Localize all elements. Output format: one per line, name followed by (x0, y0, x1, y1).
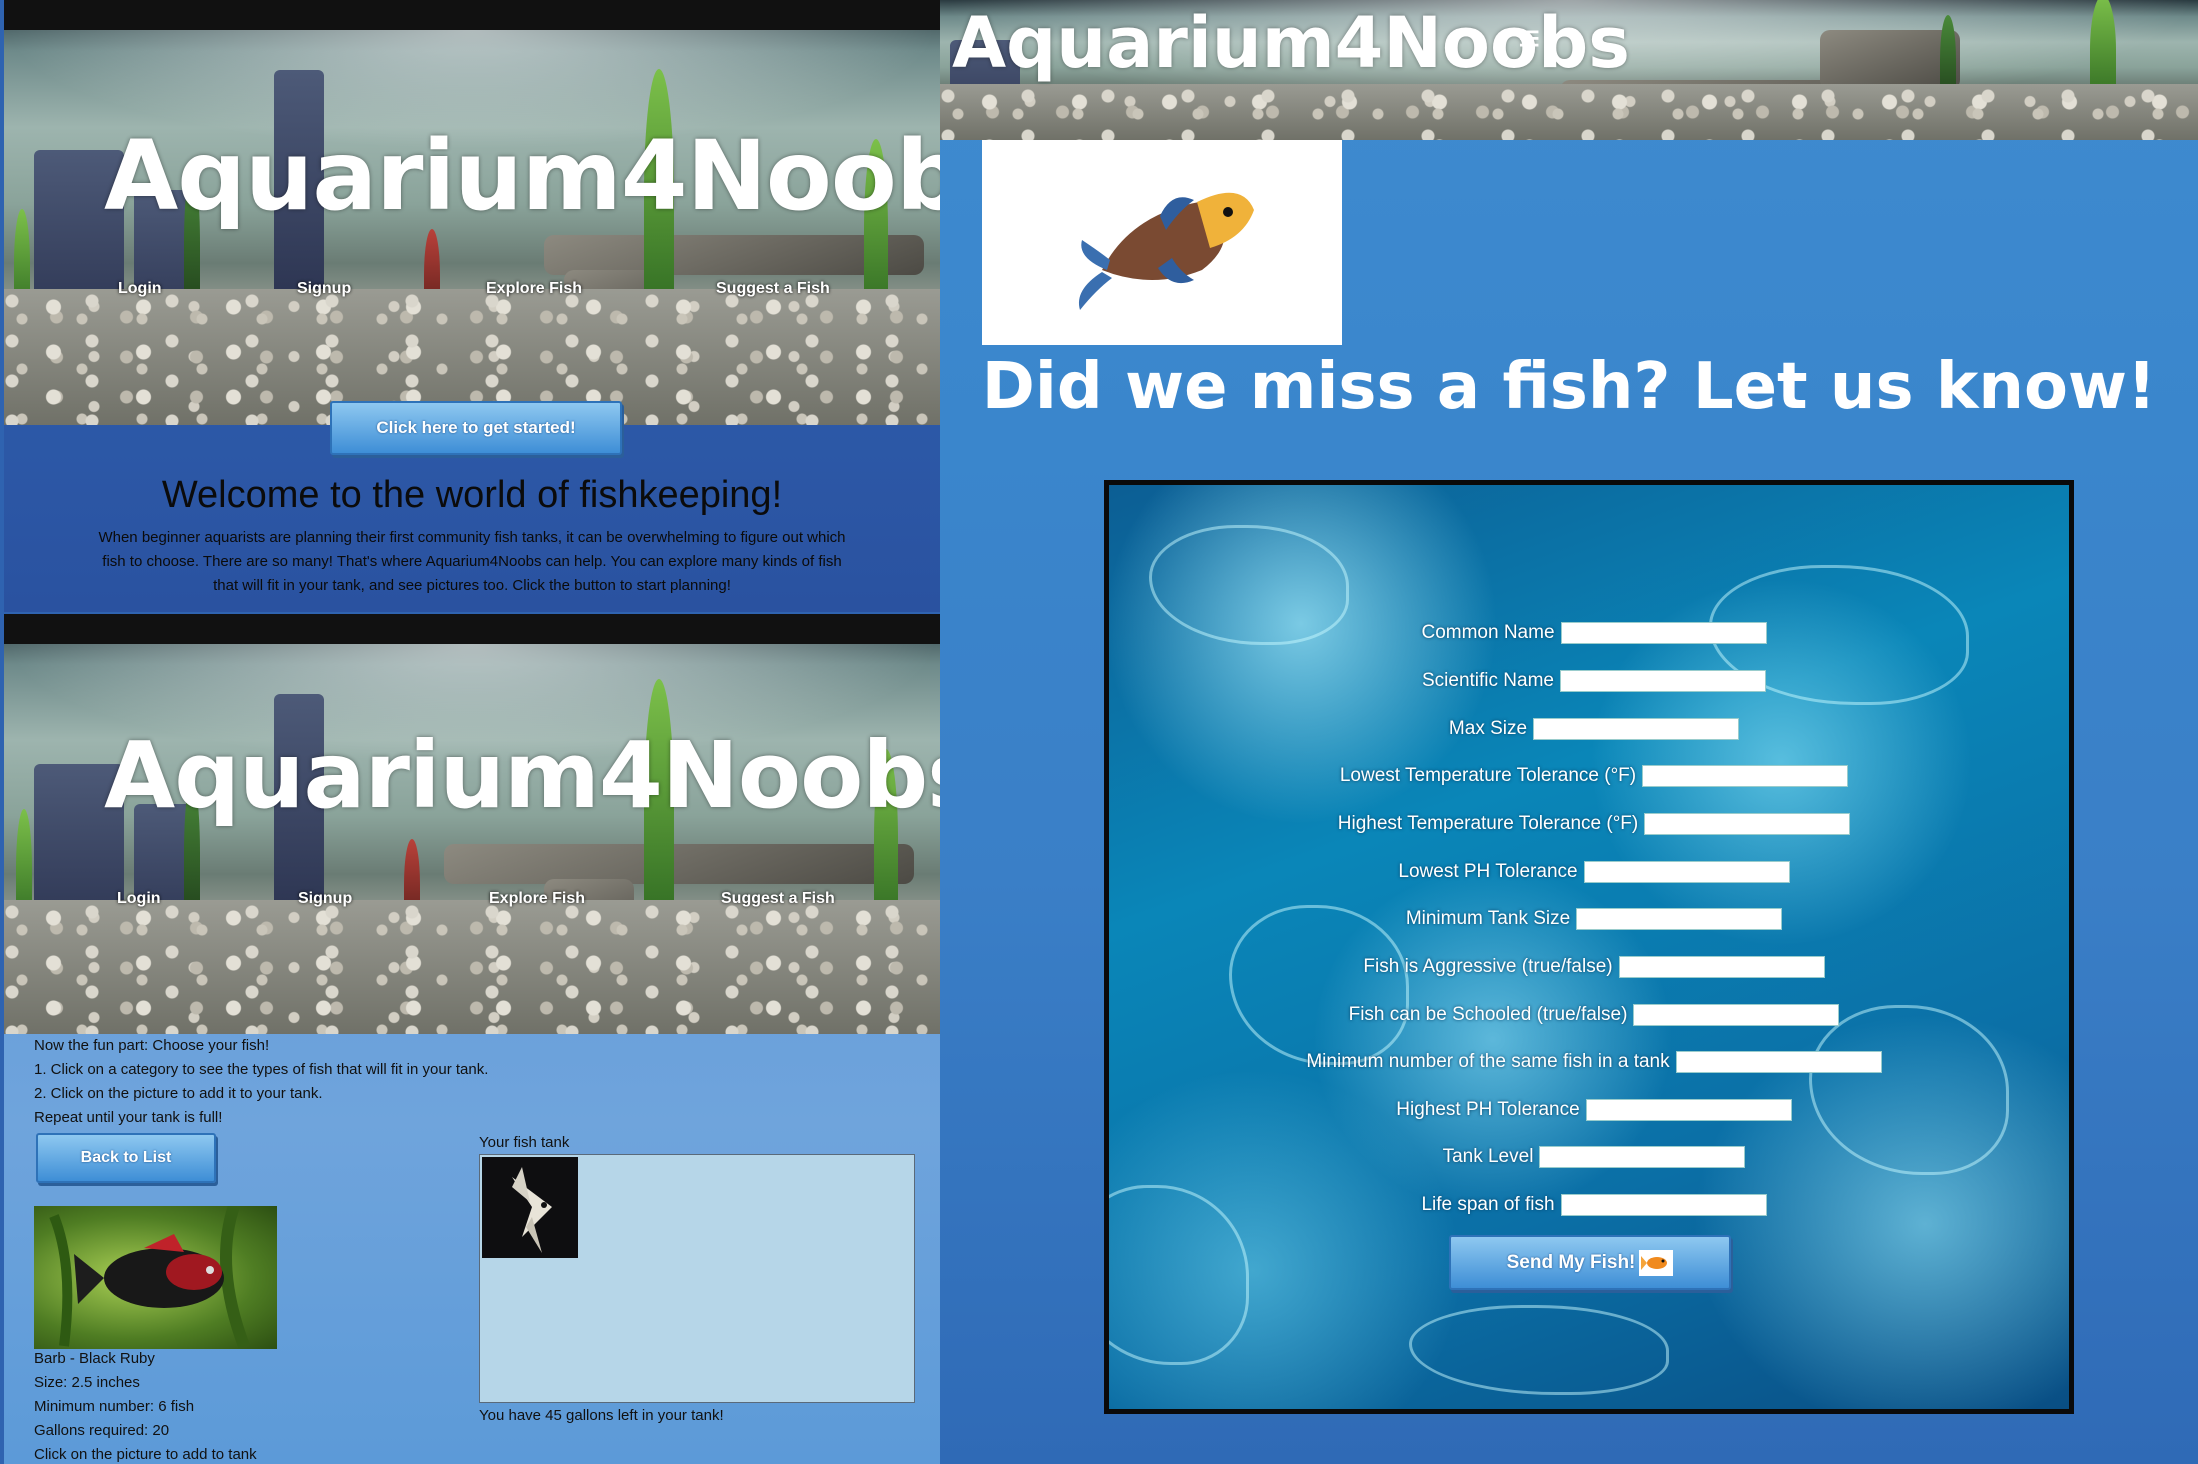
instructions: Now the fun part: Choose your fish! 1. C… (34, 1037, 489, 1126)
hamburger-menu-icon[interactable]: ≡ (1518, 18, 1540, 61)
send-button-label: Send My Fish! (1506, 1251, 1636, 1273)
lowest-temp-input[interactable] (1642, 765, 1849, 787)
min-tank-size-label: Minimum Tank Size (1405, 908, 1571, 929)
life-span-input[interactable] (1560, 1194, 1767, 1216)
lowest-ph-label: Lowest PH Tolerance (1398, 861, 1578, 882)
site-title: Aquarium4Noobs (104, 120, 1021, 232)
back-to-list-button[interactable]: Back to List (36, 1133, 216, 1183)
gallons-left: You have 45 gallons left in your tank! (479, 1407, 724, 1424)
fish-logo-icon (982, 140, 1342, 345)
fish-size: Size: 2.5 inches (34, 1374, 140, 1391)
common-name-input[interactable] (1560, 622, 1767, 644)
highest-temp-label: Highest Temperature Tolerance (°F) (1337, 813, 1639, 834)
highest-ph-label: Highest PH Tolerance (1396, 1099, 1580, 1120)
min-number-input[interactable] (1675, 1051, 1882, 1073)
scientific-name-label: Scientific Name (1422, 670, 1554, 691)
fish-min-number: Minimum number: 6 fish (34, 1398, 195, 1415)
fish-gallons: Gallons required: 20 (34, 1422, 170, 1439)
aggressive-label: Fish is Aggressive (true/false) (1363, 956, 1613, 977)
goldfish-icon (1639, 1249, 1674, 1276)
max-size-label: Max Size (1448, 718, 1528, 739)
life-span-label: Life span of fish (1421, 1194, 1555, 1215)
suggest-heading: Did we miss a fish? Let us know! (981, 350, 2157, 424)
schooled-input[interactable] (1633, 1004, 1840, 1026)
min-number-label: Minimum number of the same fish in a tan… (1306, 1051, 1670, 1072)
lowest-temp-label: Lowest Temperature Tolerance (°F) (1339, 765, 1637, 786)
suggest-screenshot: Aquarium4Noobs ≡ Did we miss a fish? Let… (940, 0, 2198, 1464)
aggressive-input[interactable] (1618, 956, 1825, 978)
fish-picture[interactable] (34, 1206, 277, 1349)
tank-level-input[interactable] (1539, 1146, 1746, 1168)
fish-name: Barb - Black Ruby (34, 1350, 155, 1367)
max-size-input[interactable] (1533, 718, 1740, 740)
nav-login[interactable]: Login (117, 890, 161, 908)
home-screenshot: Aquarium4Noobs Login Signup Explore Fish… (4, 0, 1021, 612)
send-my-fish-button[interactable]: Send My Fish! (1449, 1235, 1731, 1290)
nav-login[interactable]: Login (118, 280, 162, 298)
min-tank-size-input[interactable] (1576, 908, 1783, 930)
nav-signup[interactable]: Signup (297, 280, 351, 298)
tank-label: Your fish tank (479, 1134, 570, 1151)
get-started-button[interactable]: Click here to get started! (330, 401, 622, 455)
nav-explore-fish[interactable]: Explore Fish (486, 280, 582, 298)
highest-ph-input[interactable] (1585, 1099, 1792, 1121)
nav-signup[interactable]: Signup (298, 890, 352, 908)
suggest-fish-form: Common Name Scientific Name Max Size Low… (1104, 480, 2074, 1414)
highest-temp-input[interactable] (1644, 813, 1851, 835)
welcome-heading: Welcome to the world of fishkeeping! (161, 474, 783, 516)
scientific-name-input[interactable] (1560, 670, 1766, 692)
welcome-paragraph: When beginner aquarists are planning the… (98, 529, 846, 594)
common-name-label: Common Name (1421, 622, 1555, 643)
nav-suggest-fish[interactable]: Suggest a Fish (721, 890, 835, 908)
explore-screenshot: Aquarium4Noobs Login Signup Explore Fish… (4, 614, 982, 1464)
schooled-label: Fish can be Schooled (true/false) (1348, 1004, 1628, 1025)
nav-suggest-fish[interactable]: Suggest a Fish (716, 280, 830, 298)
lowest-ph-input[interactable] (1583, 861, 1790, 883)
tank-level-label: Tank Level (1442, 1146, 1534, 1167)
tank-fish-thumbnail[interactable] (482, 1157, 578, 1258)
site-title: Aquarium4Noobs (104, 722, 982, 829)
fish-hint: Click on the picture to add to tank (34, 1446, 257, 1463)
nav-explore-fish[interactable]: Explore Fish (489, 890, 585, 908)
your-fish-tank[interactable] (479, 1154, 915, 1403)
